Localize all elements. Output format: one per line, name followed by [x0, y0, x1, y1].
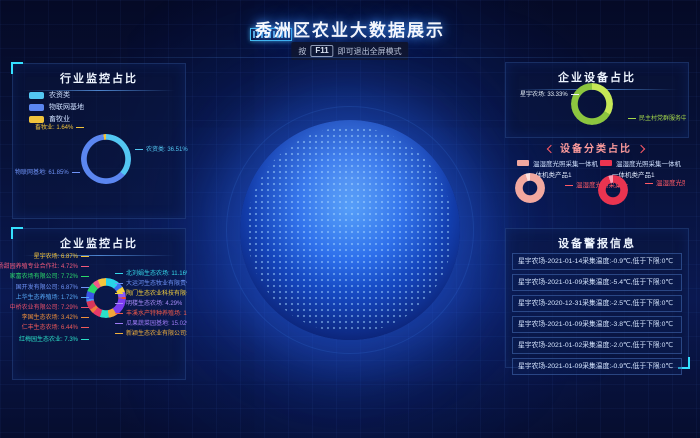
callout-right: 陶门生态农业科技有限公: [115, 288, 187, 297]
callout-right: 新颖生态农业有限公司: 6.87%: [115, 328, 187, 337]
industry-panel-title: 行业监控占比: [13, 64, 185, 86]
legend-swatch: [600, 160, 612, 166]
callout-xumuye: 畜牧业: 1.64%: [35, 122, 84, 131]
legend-swatch: [517, 160, 529, 166]
legend-label: 农资类: [49, 90, 70, 100]
industry-monitor-panel: 行业监控占比 农资类 物联网基地 畜牧业 畜牧业: 1.64% 农资类: 36.…: [12, 63, 186, 219]
callout-left: 中桥农业有限公司: 7.29%: [10, 302, 89, 311]
device-category-title: 设备分类占比: [505, 140, 687, 155]
alarm-row: 星宇农场-2021-01-09采集温度:-0.9℃,低于下限:0℃: [512, 358, 682, 375]
callout-minzhucun: 民主村党群服务中心:: [628, 113, 686, 122]
callout-left: 李国生态农场: 3.42%: [22, 312, 89, 321]
alarm-row: 星宇农场-2020-12-31采集温度:-2.5℃,低于下限:0℃: [512, 295, 682, 312]
callout-nongzilei: 农资类: 36.51%: [135, 144, 188, 153]
equipment-panel-title: 企业设备占比: [506, 63, 688, 85]
callout-wulianwang: 物联网基地: 61.85%: [15, 167, 80, 176]
callout-left: 家富农场有限公司: 7.72%: [10, 271, 89, 280]
corner-bracket-icon: [11, 227, 23, 239]
callout-left: 仁丰生态农场: 6.44%: [22, 322, 89, 331]
f11-keycap: F11: [310, 45, 333, 57]
equipment-ratio-panel: 企业设备占比 星宇农场: 33.33% 民主村党群服务中心:: [505, 62, 689, 138]
legend-item-wulianwang[interactable]: 物联网基地: [29, 103, 84, 111]
callout-right: 大运河生态牧业有限责任公: [115, 278, 187, 287]
corner-bracket-icon: [11, 62, 23, 74]
callout-left: 红梅园生态农业: 7.3%: [19, 334, 89, 343]
alarm-row: 星宇农场-2021-01-02采集温度:-2.0℃,低于下限:0℃: [512, 337, 682, 354]
globe-visualization: [240, 120, 460, 340]
globe-highlight: [240, 120, 460, 340]
fullscreen-tip-prefix: 按: [298, 46, 306, 57]
alarm-row: 星宇农场-2021-01-09采集温度:-5.4℃,低于下限:0℃: [512, 274, 682, 291]
legend-item-nongzi[interactable]: 农资类: [29, 91, 70, 99]
alarm-row: 星宇农场-2021-01-09采集温度:-3.8℃,低于下限:0℃: [512, 316, 682, 333]
callout-right: 明楼生态农场: 4.29%: [115, 298, 182, 307]
alarm-panel-title: 设备警报信息: [506, 229, 688, 251]
enterprise-monitor-panel: 企业监控占比 星宇农场: 6.87% 杨甜园养殖专业合作社: 4.72% 家富农…: [12, 228, 186, 380]
callout-right: 北刘娟生态农场: 11.16%: [115, 268, 187, 277]
callout-left: 杨甜园养殖专业合作社: 4.72%: [0, 261, 89, 270]
alarm-row: 星宇农场-2021-01-14采集温度:-0.9℃,低于下限:0℃: [512, 253, 682, 270]
fullscreen-tip-suffix: 即可退出全屏模式: [338, 46, 402, 57]
dashboard-root: 秀洲区农业大数据展示 按 F11 即可退出全屏模式 行业监控占比 农资类 物联网…: [0, 0, 700, 438]
callout-left: 国开发有限公司: 6.87%: [16, 282, 89, 291]
callout-left: 上华生态养殖场: 1.72%: [16, 292, 89, 301]
device-alarm-panel: 设备警报信息 星宇农场-2021-01-14采集温度:-0.9℃,低于下限:0℃…: [505, 228, 689, 368]
callout-xingyu: 星宇农场: 33.33%: [520, 89, 579, 98]
legend-label: 物联网基地: [49, 102, 84, 112]
callout-right: 丰溪水产特种养殖场: 1.: [115, 308, 187, 317]
legend-label: 温湿度光照采集一体机: [616, 158, 681, 168]
device-donut-right[interactable]: [598, 175, 628, 205]
legend-label: 温湿度光照采集一体机: [533, 158, 598, 168]
device-side-label-right: 温湿度光照采集一: [645, 177, 685, 187]
device-category-section: 设备分类占比 温湿度光照采集一体机 一体机类产品1 温湿度光照采集一 温湿度光照…: [505, 140, 687, 222]
legend-swatch: [29, 104, 44, 111]
callout-left: 星宇农场: 6.87%: [34, 251, 89, 260]
alarm-list: 星宇农场-2021-01-14采集温度:-0.9℃,低于下限:0℃ 星宇农场-2…: [512, 253, 682, 379]
enterprise-panel-title: 企业监控占比: [13, 229, 185, 251]
header-divider: [0, 57, 700, 58]
callout-right: 瓜果蔬菜园基地: 15.02%: [115, 318, 187, 327]
device-donut-left[interactable]: [515, 173, 545, 203]
legend-swatch: [29, 92, 44, 99]
industry-donut-chart[interactable]: [81, 134, 131, 184]
page-title: 秀洲区农业大数据展示: [0, 16, 700, 41]
